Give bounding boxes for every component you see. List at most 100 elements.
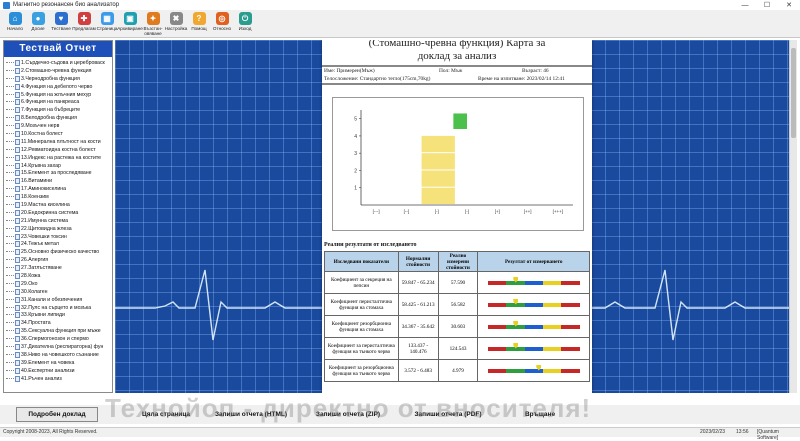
bottom-button-3[interactable]: Запиши отчета (ZIP) [302, 407, 394, 422]
bottom-button-4[interactable]: Запиши отчета (PDF) [400, 407, 496, 422]
sidebar-item[interactable]: 21.Имунна система [6, 217, 112, 225]
toolbar-icon: ⌂ [8, 12, 22, 25]
window-title: Магнитно резонансен био анализатор [13, 2, 120, 8]
table-header-row: Изследвани показатели Нормални стойности Р… [324, 251, 590, 272]
sidebar-item[interactable]: 15.Елемент за проследяване [6, 169, 112, 177]
sidebar-item-label: 26.Алергия [21, 257, 49, 264]
sidebar-item[interactable]: 30.Колаген [6, 288, 112, 296]
chart-bar-segment [421, 135, 455, 153]
sidebar-item[interactable]: 37.Дихателна (респираторна) фун [6, 343, 112, 351]
sidebar-item[interactable]: 1.Сърдечно-съдова и цереброваск [6, 59, 112, 67]
sidebar-item[interactable]: 23.Човешки токсин [6, 233, 112, 241]
vertical-scrollbar[interactable] [789, 40, 797, 393]
bottom-button-bar: Подробен доклад Цяла страница Запиши отчет… [0, 405, 800, 424]
toolbar-button-5[interactable]: ▣ Архивиране [117, 10, 143, 31]
sidebar-item[interactable]: 34.Простата [6, 319, 112, 327]
sidebar-item[interactable]: 31.Канали и обезпечения [6, 296, 112, 304]
cell-name: Коефициент перисталтична функция на стом… [324, 293, 399, 316]
sidebar-item[interactable]: 25.Основно физическо качество [6, 248, 112, 256]
sidebar-item[interactable]: 29.Око [6, 280, 112, 288]
sidebar-item[interactable]: 3.Чернодробна функция [6, 75, 112, 83]
cell-result-gauge [477, 337, 590, 360]
toolbar-button-4[interactable]: ▦ Страница [96, 10, 118, 31]
toolbar-button-8[interactable]: ? Помощ [188, 10, 210, 31]
sidebar-item[interactable]: 41.Ръчен анализ [6, 375, 112, 383]
cell-normal: 34.367 - 35.642 [397, 315, 439, 338]
tree-line [6, 346, 14, 348]
sidebar-item-label: 13.Индекс на растежа на костите [21, 154, 102, 161]
minimize-button[interactable]: — [734, 2, 756, 9]
toolbar-button-9[interactable]: ◎ Относно [211, 10, 233, 31]
sidebar-item[interactable]: 38.Ниво на човешкото съзнание [6, 351, 112, 359]
document-icon [15, 328, 20, 335]
tree-line [6, 77, 14, 80]
maximize-button[interactable]: ☐ [756, 1, 778, 9]
sidebar-item[interactable]: 9.Мозъчен нерв [6, 122, 112, 130]
tree-line [6, 235, 14, 238]
document-icon [15, 272, 20, 279]
toolbar-button-2[interactable]: ♥ Тестване [50, 10, 72, 31]
gauge-segment [561, 302, 580, 307]
cell-value: 56.582 [437, 293, 479, 316]
document-icon [15, 170, 20, 177]
y-tick-label: 5 [354, 117, 357, 123]
bottom-button-1[interactable]: Цяла страница [125, 407, 207, 422]
bottom-button-0[interactable]: Подробен доклад [16, 407, 98, 422]
sidebar-item[interactable]: 18.Коензим [6, 193, 112, 201]
sidebar-item[interactable]: 6.Функция на панкреаса [6, 98, 112, 106]
sidebar-item[interactable]: 32.Пулс на сърцето и мозъка [6, 304, 112, 312]
document-icon [15, 241, 20, 248]
cell-value: 57.590 [437, 271, 479, 294]
sidebar-item[interactable]: 28.Кожа [6, 272, 112, 280]
sidebar-item[interactable]: 16.Витамини [6, 177, 112, 185]
sidebar-item[interactable]: 39.Елемент на човека [6, 359, 112, 367]
sidebar-title: Тествай Отчет [4, 41, 112, 57]
toolbar-button-6[interactable]: ✦ Възстан- овяване [142, 10, 164, 36]
document-icon [15, 162, 20, 169]
toolbar-button-7[interactable]: ✖ Настройка [165, 10, 187, 31]
gauge-segment [542, 324, 562, 329]
sidebar-item[interactable]: 5.Функция на жлъчния мехур [6, 91, 112, 99]
sidebar-item[interactable]: 17.Аминокиселина [6, 185, 112, 193]
cell-normal: 133.437 - 140.476 [397, 337, 439, 360]
scroll-thumb[interactable] [791, 48, 796, 138]
document-icon [15, 367, 20, 374]
sidebar-item[interactable]: 24.Тежък метал [6, 240, 112, 248]
sidebar-item[interactable]: 19.Мастна киселина [6, 201, 112, 209]
bottom-button-2[interactable]: Запиши отчета (HTML) [205, 407, 297, 422]
sidebar-item[interactable]: 22.Щитовидна жлеза [6, 225, 112, 233]
sidebar-item[interactable]: 8.Белодробна функция [6, 114, 112, 122]
sidebar-item[interactable]: 35.Сексуална функция при мъже [6, 327, 112, 335]
document-icon [15, 359, 20, 366]
toolbar-button-1[interactable]: ● Досие [27, 10, 49, 31]
sidebar-item[interactable]: 7.Функция на бъбреците [6, 106, 112, 114]
sidebar-item[interactable]: 2.Стомашно-чревна функция [6, 67, 112, 75]
sidebar-item[interactable]: 11.Минерална плътност на кости [6, 138, 112, 146]
toolbar-button-10[interactable]: ⏻ Изход [234, 10, 256, 31]
close-button[interactable]: ✕ [778, 1, 800, 9]
toolbar-button-3[interactable]: ✚ Предлагам [72, 10, 96, 31]
gauge-segment [524, 368, 543, 373]
x-tick-label: [+] [495, 209, 500, 214]
sidebar-item-label: 39.Елемент на човека [21, 359, 75, 366]
sidebar-item[interactable]: 33.Кръвни липиди [6, 312, 112, 320]
toolbar-button-0[interactable]: ⌂ Начало [4, 10, 26, 31]
gauge-segment [524, 324, 543, 329]
gauge-segment [542, 346, 562, 351]
sidebar-item[interactable]: 36.Спермогонозон и спермо [6, 335, 112, 343]
sidebar-item[interactable]: 13.Индекс на растежа на костите [6, 154, 112, 162]
sidebar-item[interactable]: 14.Кръвна захар [6, 162, 112, 170]
sidebar-item[interactable]: 20.Ендокринна система [6, 209, 112, 217]
gauge-segment [542, 280, 562, 285]
sidebar-item[interactable]: 10.Костна болест [6, 130, 112, 138]
sidebar-item[interactable]: 4.Функция на дебелото черво [6, 83, 112, 91]
sidebar-item[interactable]: 12.Ревматоидна костна болест [6, 146, 112, 154]
sidebar-item[interactable]: 27.Затлъстяване [6, 264, 112, 272]
sidebar-item[interactable]: 40.Експертни анализи [6, 367, 112, 375]
bottom-button-5[interactable]: Връщане [505, 407, 575, 422]
sidebar-item-label: 3.Чернодробна функция [21, 75, 80, 82]
x-tick-label: [-] [465, 209, 469, 214]
tree-line [6, 125, 14, 127]
x-tick-label: [+++] [553, 209, 563, 214]
sidebar-item[interactable]: 26.Алергия [6, 256, 112, 264]
